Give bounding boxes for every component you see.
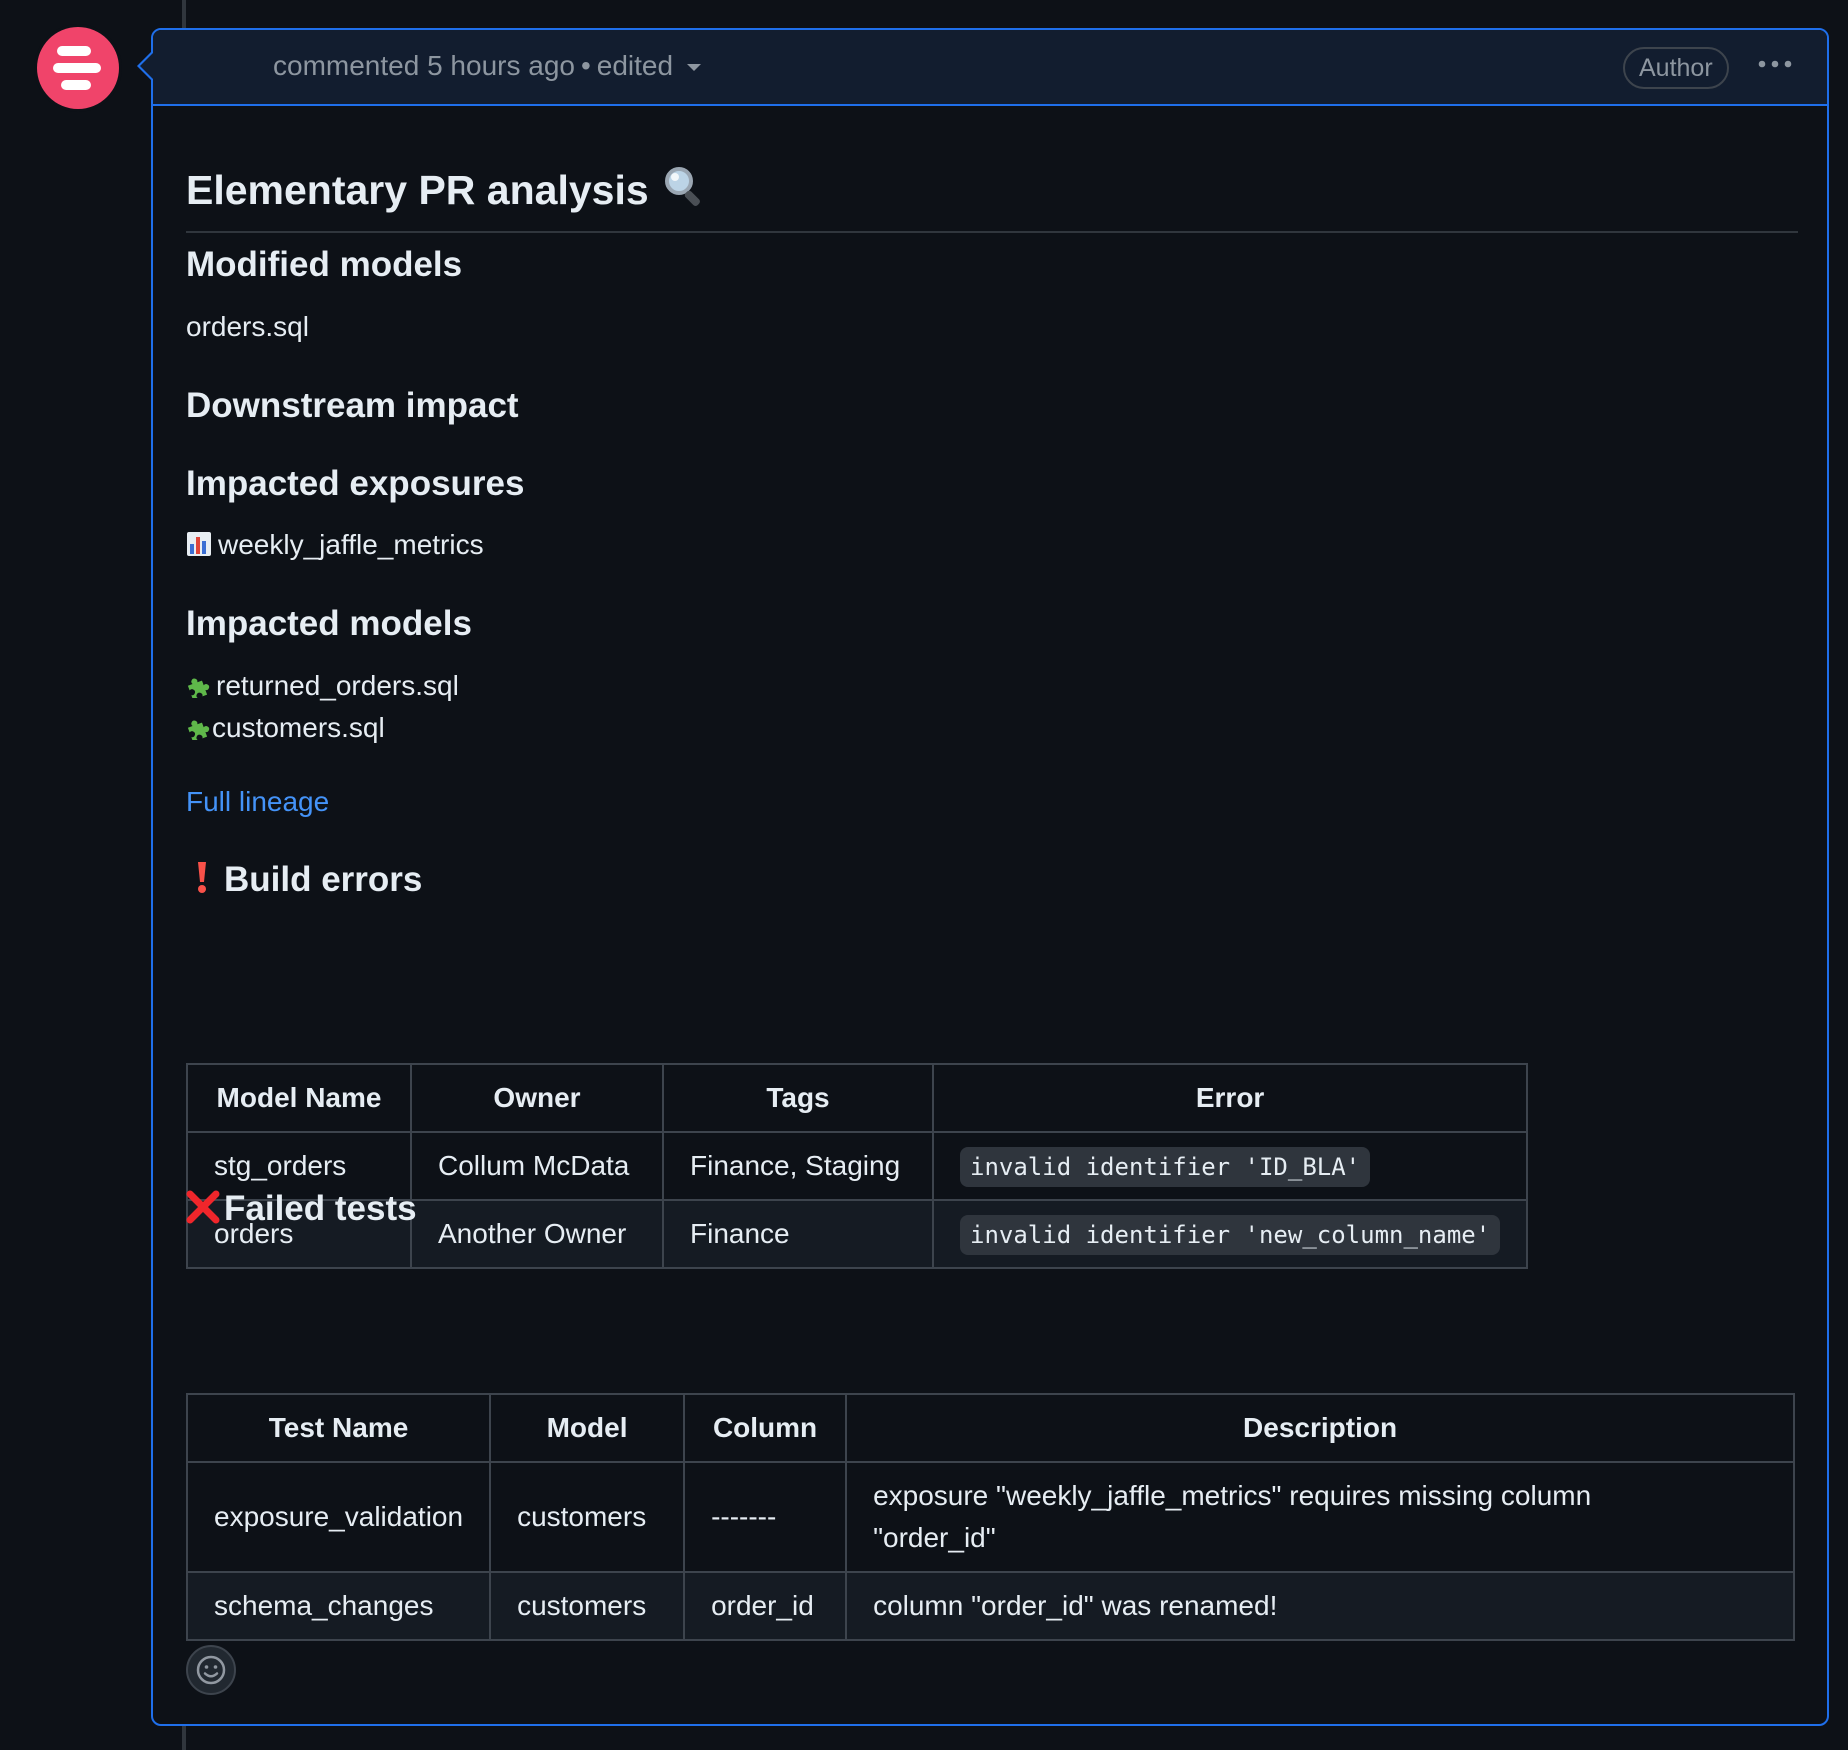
table-row: schema_changes customers order_id column… (185, 1571, 1796, 1641)
magnifier-icon (665, 167, 700, 206)
table-cell: Another Owner (410, 1199, 664, 1269)
smiley-icon (196, 1655, 226, 1685)
edited-label: edited (596, 50, 674, 81)
column-header: Description (845, 1393, 1796, 1463)
impacted-exposures-heading: Impacted exposures (186, 464, 525, 503)
column-header: Test Name (185, 1393, 492, 1463)
edited-dropdown[interactable]: edited (596, 50, 702, 81)
column-header: Owner (410, 1063, 664, 1133)
table-cell: column "order_id" was renamed! (845, 1571, 1796, 1641)
puzzle-icon (187, 678, 210, 700)
table-header-row: Model Name Owner Tags Error (186, 1063, 1529, 1133)
impacted-model-name: customers.sql (212, 712, 385, 743)
table-row: exposure_validation customers ------- ex… (185, 1461, 1796, 1573)
failed-tests-heading-text: Failed tests (224, 1189, 417, 1228)
exposure-name: weekly_jaffle_metrics (218, 529, 484, 560)
add-reaction-button[interactable] (186, 1645, 236, 1695)
failed-tests-table: Test Name Model Column Description expos… (185, 1393, 1796, 1641)
exclamation-icon (198, 862, 206, 893)
impacted-model-item: customers.sql (186, 712, 385, 744)
description-line: "order_id" (873, 1522, 996, 1553)
description-line: exposure "weekly_jaffle_metrics" require… (873, 1480, 1592, 1511)
table-cell: Collum McData (410, 1131, 664, 1201)
error-code: invalid identifier 'ID_BLA' (960, 1147, 1371, 1187)
table-cell: customers (489, 1461, 686, 1573)
column-header: Model Name (186, 1063, 412, 1133)
table-cell: ------- (683, 1461, 848, 1573)
comment-meta: commented 5 hours ago • edited (273, 50, 702, 82)
puzzle-icon (187, 720, 210, 742)
column-header: Tags (662, 1063, 934, 1133)
table-cell: schema_changes (185, 1571, 492, 1641)
comment-caret-fill (140, 53, 153, 79)
table-cell: Finance (662, 1199, 934, 1269)
bar-chart-icon (187, 532, 211, 556)
chevron-down-icon (687, 64, 702, 72)
elementary-logo-icon (53, 46, 101, 90)
cross-icon (186, 1190, 220, 1224)
table-cell: Finance, Staging (662, 1131, 934, 1201)
impacted-models-heading: Impacted models (186, 604, 472, 643)
exposure-item: weekly_jaffle_metrics (186, 529, 484, 561)
column-header: Error (931, 1063, 1529, 1133)
column-header: Model (489, 1393, 686, 1463)
build-errors-heading-text: Build errors (224, 860, 423, 899)
title-text: Elementary PR analysis (186, 167, 649, 213)
table-cell: invalid identifier 'new_column_name' (931, 1199, 1529, 1269)
more-options-icon[interactable] (1753, 52, 1803, 82)
commented-timestamp[interactable]: commented 5 hours ago (273, 50, 575, 81)
error-code: invalid identifier 'new_column_name' (960, 1215, 1501, 1255)
table-cell: order_id (683, 1571, 848, 1641)
downstream-impact-heading: Downstream impact (186, 386, 519, 425)
impacted-model-name: returned_orders.sql (216, 670, 459, 701)
full-lineage-link[interactable]: Full lineage (186, 786, 329, 818)
separator-dot: • (580, 50, 591, 81)
failed-tests-heading: Failed tests (186, 1189, 417, 1229)
table-cell: exposure "weekly_jaffle_metrics" require… (845, 1461, 1796, 1573)
comment-header: commented 5 hours ago • edited Author (153, 30, 1827, 106)
modified-model-file: orders.sql (186, 311, 309, 342)
comment-box: commented 5 hours ago • edited Author Elem… (151, 28, 1829, 1726)
modified-models-heading: Modified models (186, 245, 463, 284)
build-errors-heading: Build errors (186, 859, 422, 900)
table-cell: invalid identifier 'ID_BLA' (931, 1131, 1529, 1201)
impacted-model-item: returned_orders.sql (186, 670, 459, 702)
issue-timeline: commented 5 hours ago • edited Author Elem… (0, 0, 1848, 1750)
title-divider (186, 231, 1798, 233)
author-badge: Author (1623, 47, 1729, 89)
avatar[interactable] (37, 27, 119, 109)
table-cell: exposure_validation (185, 1461, 492, 1573)
column-header: Column (683, 1393, 848, 1463)
table-header-row: Test Name Model Column Description (185, 1393, 1796, 1463)
table-cell: customers (489, 1571, 686, 1641)
build-errors-table: Model Name Owner Tags Error stg_orders C… (186, 1063, 1529, 1269)
comment-title: Elementary PR analysis (186, 164, 706, 214)
